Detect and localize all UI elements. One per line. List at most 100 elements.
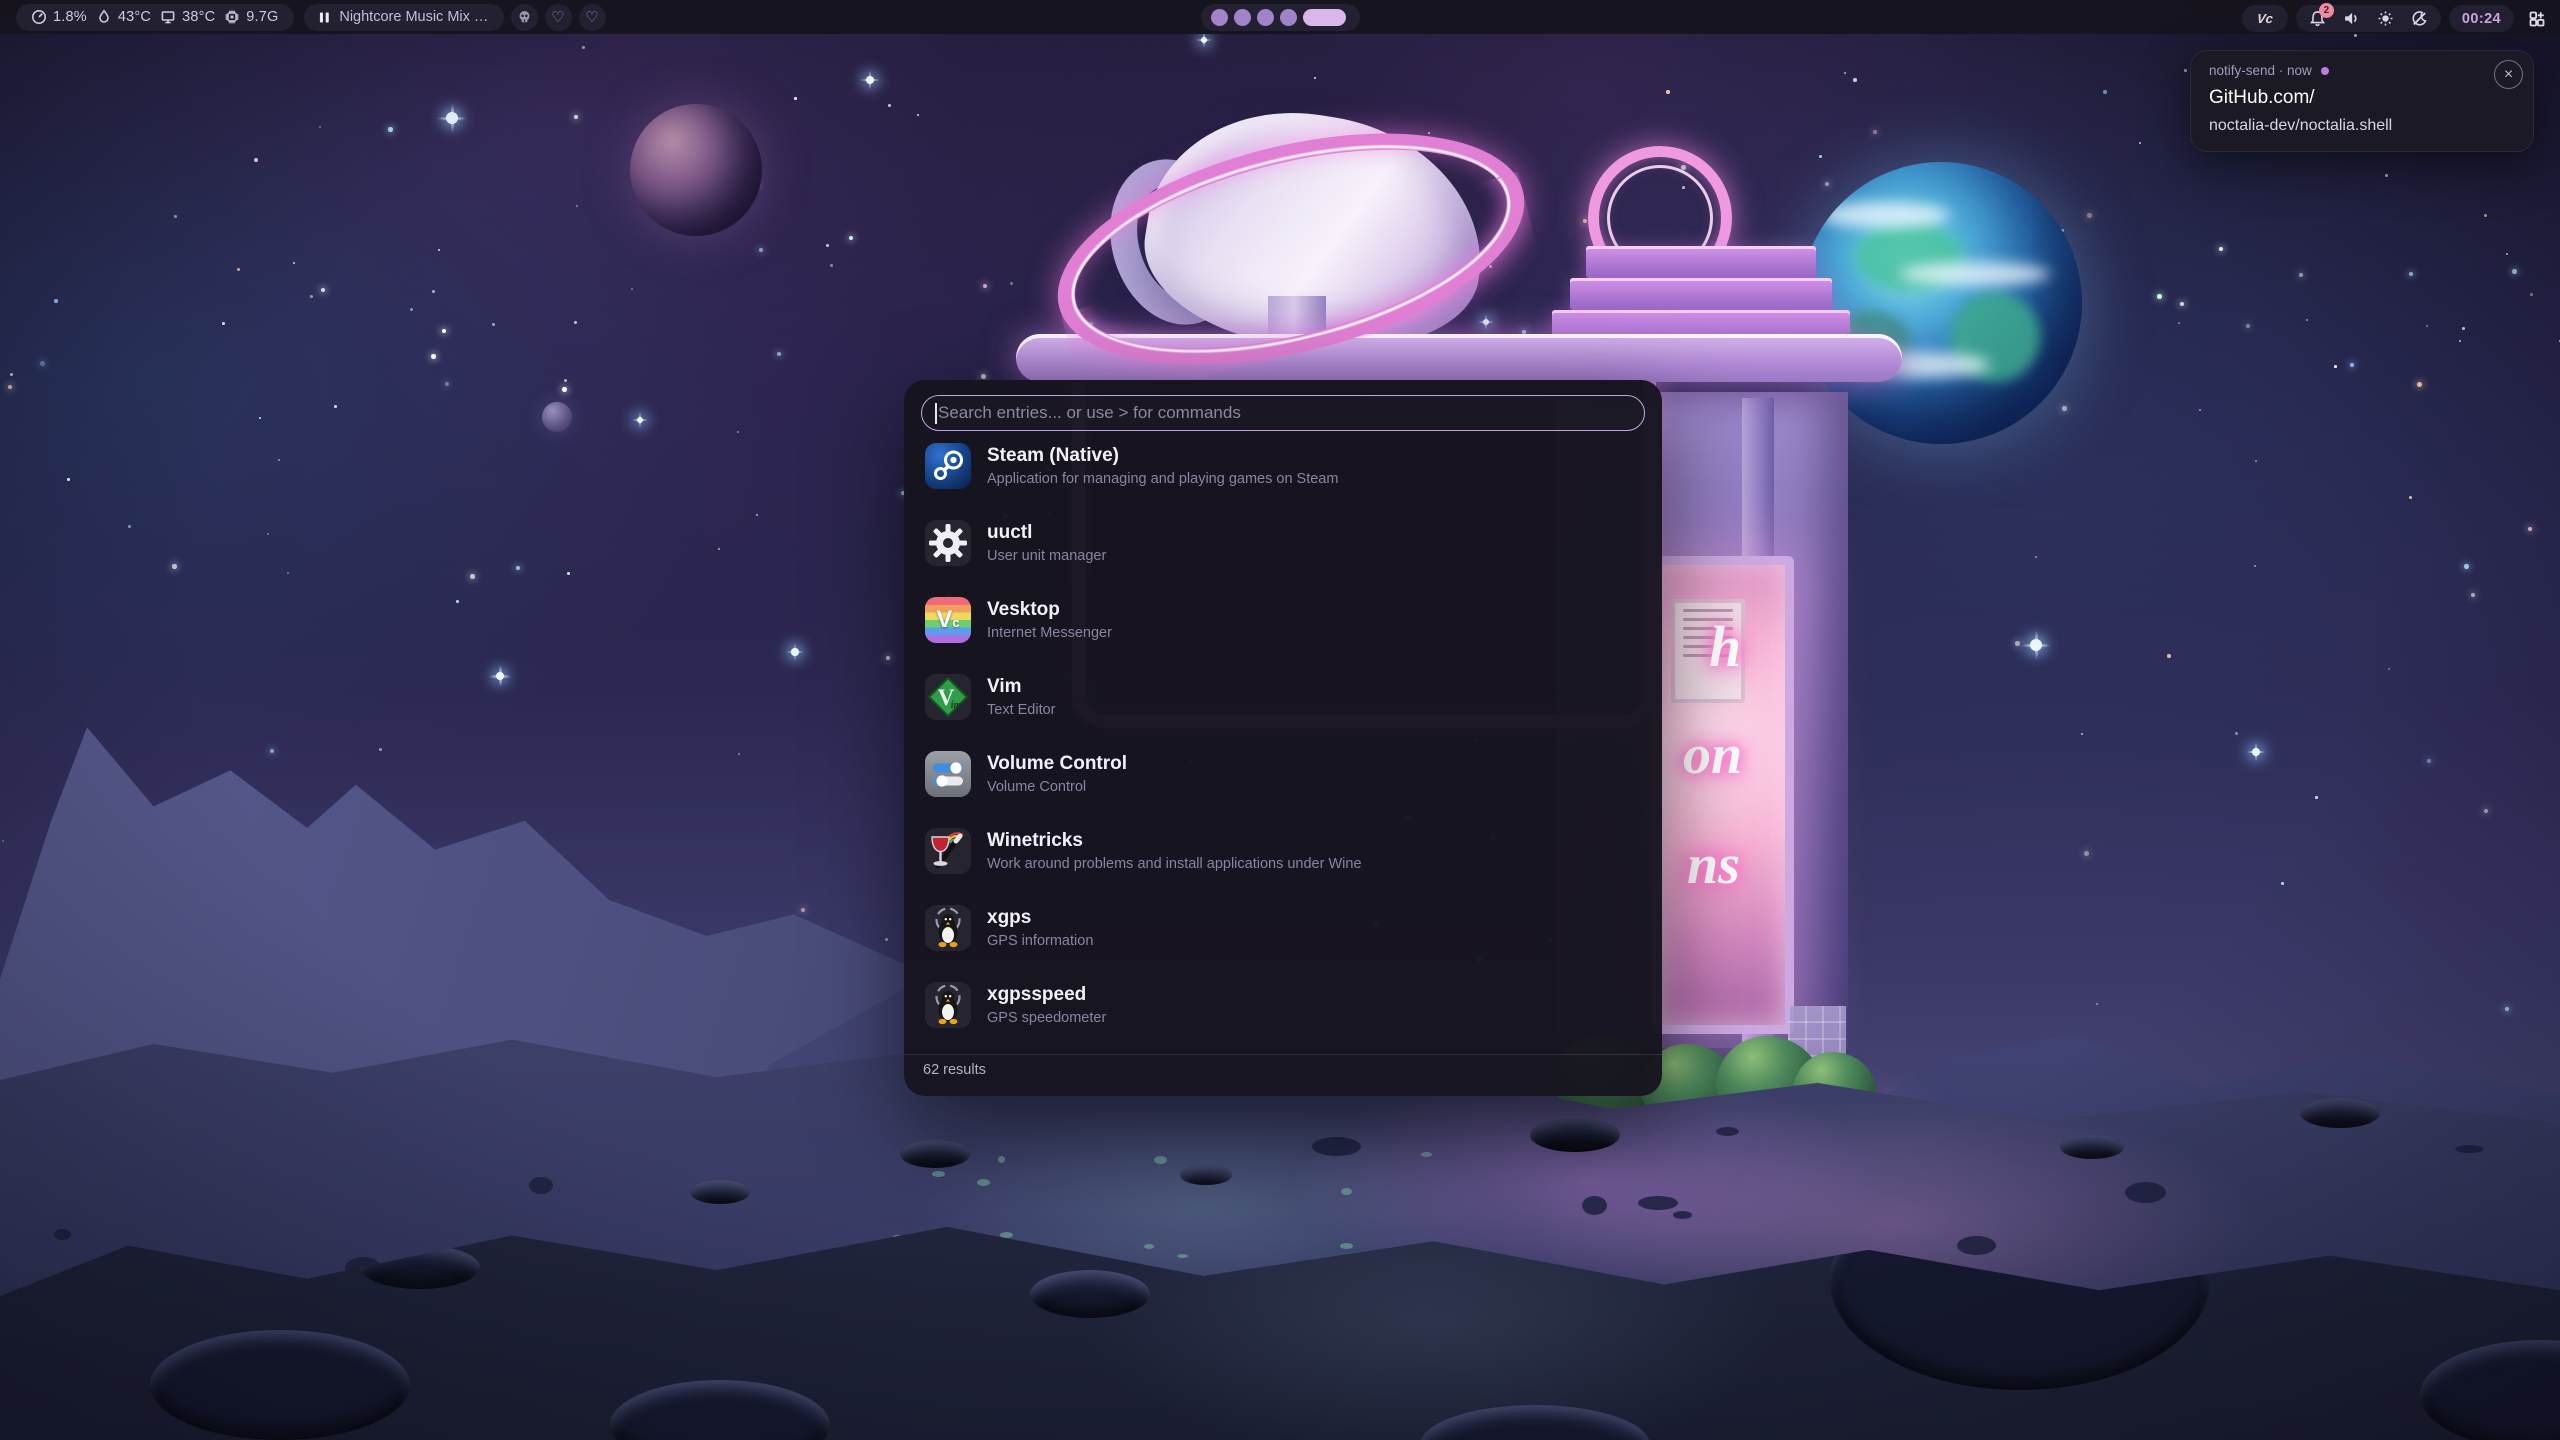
star bbox=[1583, 219, 1587, 223]
skull-icon bbox=[517, 10, 532, 25]
star bbox=[888, 104, 891, 107]
small-moon bbox=[542, 402, 572, 432]
star bbox=[737, 431, 739, 433]
vesktop-tray-icon[interactable]: Vc bbox=[2242, 5, 2288, 32]
star bbox=[2255, 460, 2257, 462]
notification-header: notify-send · now bbox=[2209, 63, 2515, 78]
workspace-dot[interactable] bbox=[1280, 9, 1297, 26]
workspace-active[interactable] bbox=[1303, 9, 1346, 26]
star bbox=[2530, 293, 2533, 296]
sparkle-star bbox=[1196, 32, 1212, 48]
app-launcher-panel: Steam (Native)Application for managing a… bbox=[904, 380, 1662, 1096]
star bbox=[983, 284, 987, 288]
volume-button[interactable] bbox=[2343, 10, 2360, 27]
star bbox=[738, 753, 740, 755]
gear-app-icon bbox=[925, 520, 971, 566]
crater bbox=[2300, 1098, 2380, 1128]
crater bbox=[2060, 1135, 2124, 1159]
skull-tray-button[interactable] bbox=[511, 4, 538, 31]
heart-tray-button[interactable]: ♡ bbox=[545, 4, 572, 31]
rock bbox=[1638, 1196, 1678, 1210]
pause-icon bbox=[319, 11, 330, 24]
star bbox=[826, 244, 829, 247]
neon-script: ns bbox=[1687, 833, 1740, 897]
sparkle-star bbox=[2021, 630, 2051, 660]
moss-speckle bbox=[1341, 1188, 1352, 1195]
workspace-dot[interactable] bbox=[1211, 9, 1228, 26]
flame-icon bbox=[96, 9, 112, 25]
footer-divider bbox=[904, 1054, 1662, 1055]
star bbox=[492, 323, 495, 326]
star bbox=[1853, 78, 1857, 82]
heart-tray-button[interactable]: ♡ bbox=[579, 4, 606, 31]
star bbox=[172, 564, 177, 569]
neon-script: h bbox=[1709, 613, 1741, 680]
star bbox=[2512, 269, 2517, 274]
star bbox=[445, 382, 449, 386]
sparkle-star bbox=[1478, 314, 1494, 330]
moss-speckle bbox=[977, 1179, 990, 1186]
list-item[interactable]: WinetricksWork around problems and insta… bbox=[925, 828, 1641, 888]
list-item[interactable]: xgpsspeedGPS speedometer bbox=[925, 982, 1641, 1042]
app-description: GPS speedometer bbox=[987, 1010, 1106, 1026]
sparkle-star bbox=[489, 665, 511, 687]
workspace-indicator[interactable] bbox=[1201, 4, 1360, 31]
crater bbox=[610, 1380, 830, 1440]
star bbox=[562, 387, 567, 392]
star bbox=[2528, 527, 2532, 531]
star bbox=[470, 574, 475, 579]
app-drawer-button[interactable] bbox=[2522, 4, 2552, 34]
star bbox=[2426, 325, 2428, 327]
chip-icon bbox=[224, 9, 240, 25]
glowing-shop-window: h on ns bbox=[1652, 556, 1794, 1034]
list-item[interactable]: xgpsGPS information bbox=[925, 905, 1641, 965]
workspace-dot[interactable] bbox=[1234, 9, 1251, 26]
crater bbox=[690, 1180, 750, 1204]
clock-pill[interactable]: 00:24 bbox=[2449, 5, 2514, 32]
list-item[interactable]: Volume ControlVolume Control bbox=[925, 751, 1641, 811]
roof-tier bbox=[1570, 278, 1832, 310]
list-item[interactable]: VcVesktopInternet Messenger bbox=[925, 597, 1641, 657]
system-stats-pill[interactable]: 1.8% 43°C 38°C 9.7G bbox=[16, 4, 294, 31]
memory-stat: 9.7G bbox=[224, 9, 278, 25]
list-item[interactable]: Steam (Native)Application for managing a… bbox=[925, 443, 1641, 503]
search-input[interactable] bbox=[922, 396, 1644, 430]
star bbox=[2505, 1007, 2509, 1011]
app-title: Volume Control bbox=[987, 753, 1127, 775]
notification-close-button[interactable]: × bbox=[2494, 60, 2523, 89]
star bbox=[456, 600, 459, 603]
star bbox=[567, 572, 570, 575]
moss-speckle bbox=[998, 1156, 1005, 1163]
rock bbox=[1582, 1196, 1607, 1215]
app-title: Vim bbox=[987, 676, 1056, 698]
list-item[interactable]: VimVimText Editor bbox=[925, 674, 1641, 734]
star bbox=[2484, 809, 2488, 813]
star bbox=[582, 46, 585, 49]
star bbox=[2417, 382, 2422, 387]
notifications-button[interactable]: 2 bbox=[2309, 10, 2326, 27]
notification-popup[interactable]: notify-send · now × GitHub.com/ noctalia… bbox=[2190, 50, 2534, 152]
workspace-dot[interactable] bbox=[1257, 9, 1274, 26]
app-title: Winetricks bbox=[987, 830, 1362, 852]
brightness-button[interactable] bbox=[2377, 10, 2394, 27]
moss-speckle bbox=[1000, 1232, 1013, 1238]
list-item[interactable]: uuctlUser unit manager bbox=[925, 520, 1641, 580]
steam-app-icon bbox=[925, 443, 971, 489]
star bbox=[267, 533, 269, 535]
star bbox=[431, 354, 436, 359]
notification-title: GitHub.com/ bbox=[2209, 87, 2515, 109]
bar-right-cluster: Vc 2 00:24 bbox=[2242, 4, 2552, 34]
close-icon: × bbox=[2504, 67, 2513, 83]
unread-dot bbox=[2321, 67, 2329, 75]
star bbox=[516, 566, 520, 570]
cpu-usage-stat: 1.8% bbox=[31, 9, 87, 25]
media-player-pill[interactable]: Nightcore Music Mix 20… bbox=[304, 4, 504, 31]
status-icons-pill: 2 bbox=[2296, 5, 2441, 32]
star bbox=[794, 97, 797, 100]
star bbox=[10, 373, 13, 376]
night-light-button[interactable] bbox=[2411, 10, 2428, 27]
heart-icon: ♡ bbox=[551, 10, 564, 25]
star bbox=[321, 288, 325, 292]
star bbox=[2427, 759, 2431, 763]
star bbox=[2354, 34, 2357, 37]
